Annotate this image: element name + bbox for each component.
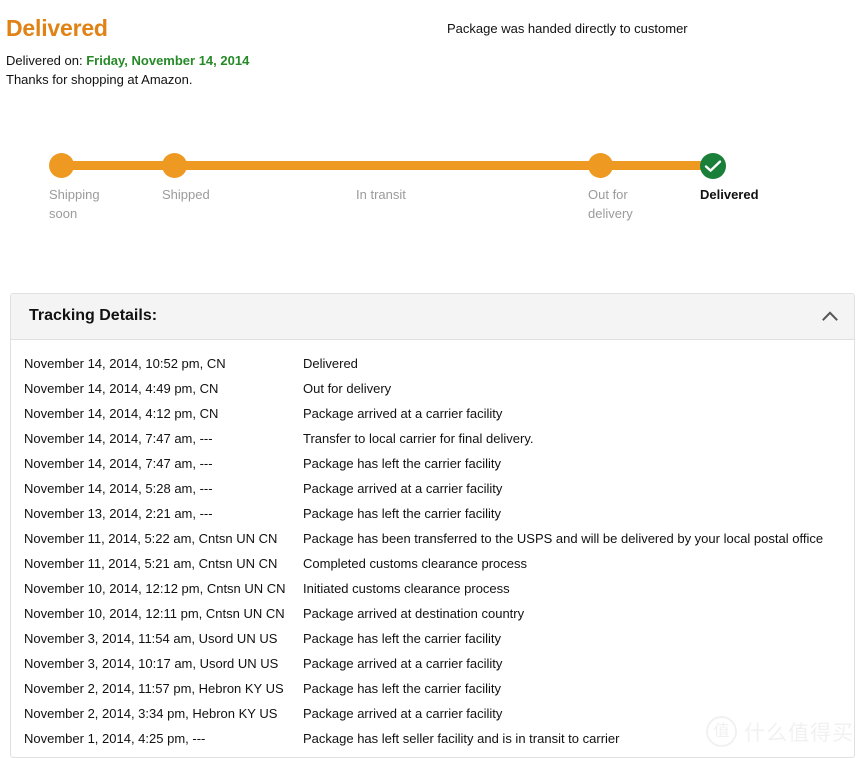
tracking-row-date: November 14, 2014, 7:47 am, --- xyxy=(24,431,213,446)
tracking-details-title: Tracking Details: xyxy=(29,307,158,324)
tracking-row-status: Package has left the carrier facility xyxy=(303,681,501,696)
tracking-row: November 14, 2014, 7:47 am, --- Transfer … xyxy=(11,426,854,451)
tracking-row-status: Package has left the carrier facility xyxy=(303,631,501,646)
tracking-row-status: Package arrived at a carrier facility xyxy=(303,706,503,721)
tracking-row-status: Out for delivery xyxy=(303,381,392,396)
tracking-row-status: Package arrived at destination country xyxy=(303,606,525,621)
tracking-row-date: November 11, 2014, 5:21 am, Cntsn UN CN xyxy=(24,556,278,571)
tracking-details-panel: Tracking Details: November 14, 2014, 10:… xyxy=(10,293,855,758)
tracker-step-label: Out for delivery xyxy=(588,187,633,221)
chevron-up-icon[interactable] xyxy=(821,309,839,323)
tracking-row: November 11, 2014, 5:21 am, Cntsn UN CN C… xyxy=(11,551,854,576)
tracking-row-date: November 3, 2014, 11:54 am, Usord UN US xyxy=(24,631,278,646)
tracking-row-status: Package arrived at a carrier facility xyxy=(303,481,503,496)
tracking-row-status: Package has left seller facility and is … xyxy=(303,731,620,746)
tracking-row: November 13, 2014, 2:21 am, --- Package h… xyxy=(11,501,854,526)
delivery-status-block: Delivered Delivered on: Friday, November… xyxy=(6,14,446,89)
tracker-dot-icon xyxy=(49,153,74,178)
handoff-note: Package was handed directly to customer xyxy=(447,21,688,36)
tracking-row-date: November 11, 2014, 5:22 am, Cntsn UN CN xyxy=(24,531,278,546)
tracking-row-date: November 1, 2014, 4:25 pm, --- xyxy=(24,731,206,746)
tracker-step-label: In transit xyxy=(356,187,406,202)
tracking-row-status: Package has left the carrier facility xyxy=(303,456,501,471)
tracker-step-label: Shipping soon xyxy=(49,187,100,221)
tracking-row-status: Package arrived at a carrier facility xyxy=(303,406,503,421)
thanks-line: Thanks for shopping at Amazon. xyxy=(6,72,193,87)
tracker-step-label: Delivered xyxy=(700,187,759,202)
tracking-row-date: November 10, 2014, 12:11 pm, Cntsn UN CN xyxy=(24,606,285,621)
tracking-row: November 1, 2014, 4:25 pm, --- Package ha… xyxy=(11,726,854,751)
tracking-details-header[interactable]: Tracking Details: xyxy=(11,294,854,340)
tracking-row: November 14, 2014, 10:52 pm, CN Delivered xyxy=(11,351,854,376)
tracking-row-status: Package arrived at a carrier facility xyxy=(303,656,503,671)
tracking-row-date: November 10, 2014, 12:12 pm, Cntsn UN CN xyxy=(24,581,286,596)
tracking-row-date: November 13, 2014, 2:21 am, --- xyxy=(24,506,213,521)
tracking-row: November 14, 2014, 7:47 am, --- Package h… xyxy=(11,451,854,476)
tracking-row-status: Transfer to local carrier for final deli… xyxy=(303,431,534,446)
delivered-on-label: Delivered on: xyxy=(6,53,83,68)
tracking-row-date: November 2, 2014, 11:57 pm, Hebron KY US xyxy=(24,681,284,696)
check-icon xyxy=(704,160,722,172)
tracker-dot-icon xyxy=(588,153,613,178)
delivered-on-line: Delivered on: Friday, November 14, 2014 xyxy=(6,51,446,70)
tracking-row-date: November 14, 2014, 4:49 pm, CN xyxy=(24,381,219,396)
delivered-on-date: Friday, November 14, 2014 xyxy=(86,53,250,68)
tracking-row: November 10, 2014, 12:11 pm, Cntsn UN CN… xyxy=(11,601,854,626)
tracking-row: November 2, 2014, 11:57 pm, Hebron KY US… xyxy=(11,676,854,701)
tracker-delivered-dot xyxy=(700,153,726,179)
tracking-row: November 14, 2014, 4:12 pm, CN Package ar… xyxy=(11,401,854,426)
tracking-row: November 11, 2014, 5:22 am, Cntsn UN CN P… xyxy=(11,526,854,551)
tracking-row: November 2, 2014, 3:34 pm, Hebron KY US P… xyxy=(11,701,854,726)
tracking-row-date: November 14, 2014, 5:28 am, --- xyxy=(24,481,213,496)
tracking-row-date: November 2, 2014, 3:34 pm, Hebron KY US xyxy=(24,706,278,721)
page-title: Delivered xyxy=(6,15,108,41)
tracking-row-date: November 3, 2014, 10:17 am, Usord UN US xyxy=(24,656,279,671)
tracker-progress-bar xyxy=(55,161,715,170)
tracking-row-status: Delivered xyxy=(303,356,358,371)
tracking-row: November 14, 2014, 4:49 pm, CN Out for de… xyxy=(11,376,854,401)
shipment-progress-tracker: Shipping soon Shipped In transit Out for… xyxy=(0,130,866,250)
tracker-dot-icon xyxy=(162,153,187,178)
tracking-row: November 3, 2014, 11:54 am, Usord UN US P… xyxy=(11,626,854,651)
tracker-step-label: Shipped xyxy=(162,187,210,202)
tracking-events-list: November 14, 2014, 10:52 pm, CN Delivered… xyxy=(11,340,854,757)
tracking-row-date: November 14, 2014, 7:47 am, --- xyxy=(24,456,213,471)
tracking-row-status: Package has been transferred to the USPS… xyxy=(303,531,824,546)
tracking-row-status: Initiated customs clearance process xyxy=(303,581,510,596)
tracking-row-date: November 14, 2014, 10:52 pm, CN xyxy=(24,356,226,371)
tracking-row-status: Completed customs clearance process xyxy=(303,556,527,571)
tracking-row: November 10, 2014, 12:12 pm, Cntsn UN CN… xyxy=(11,576,854,601)
tracking-row-date: November 14, 2014, 4:12 pm, CN xyxy=(24,406,219,421)
tracking-row: November 14, 2014, 5:28 am, --- Package a… xyxy=(11,476,854,501)
tracking-row: November 3, 2014, 10:17 am, Usord UN US P… xyxy=(11,651,854,676)
tracking-row-status: Package has left the carrier facility xyxy=(303,506,501,521)
